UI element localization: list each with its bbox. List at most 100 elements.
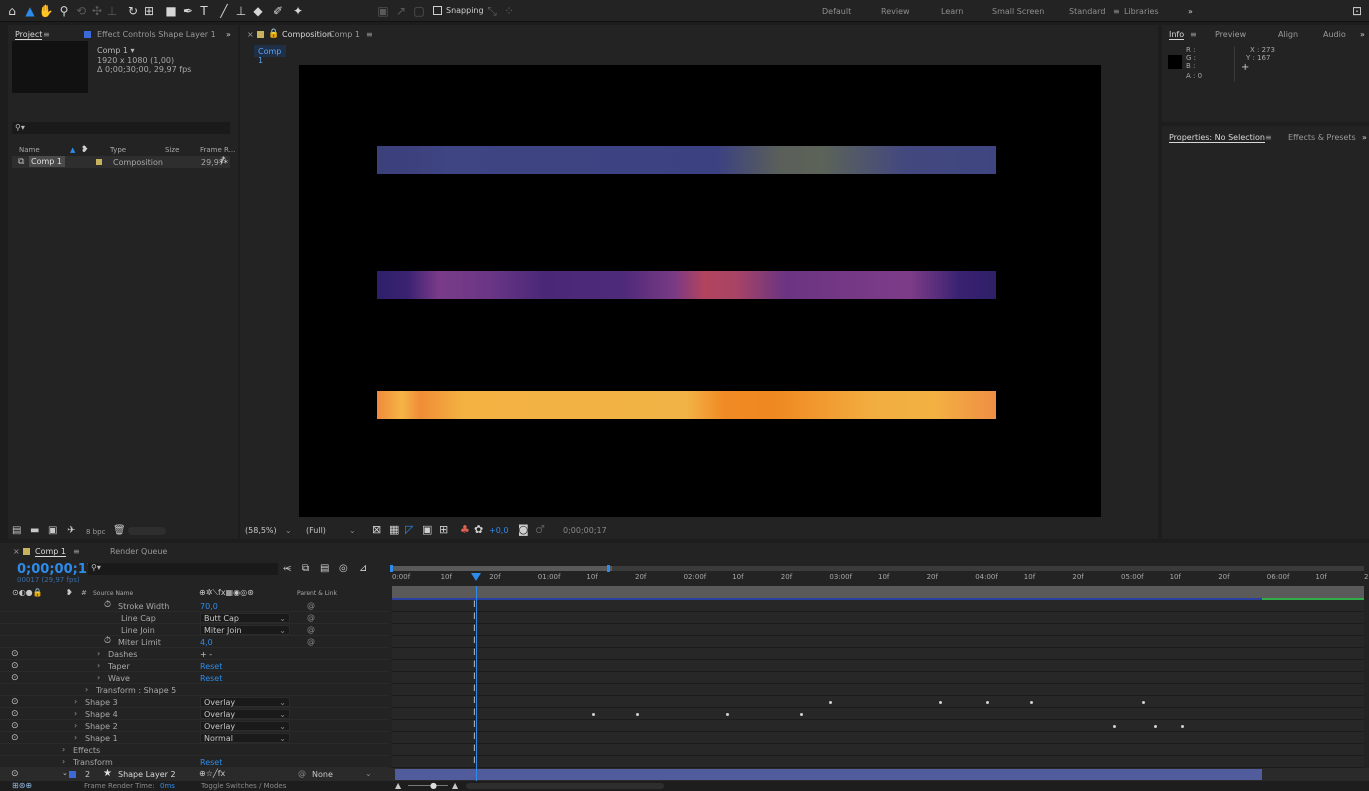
workspace-learn[interactable]: Learn bbox=[941, 7, 963, 16]
panel-more-icon[interactable]: » bbox=[226, 30, 231, 39]
keyframe-dot[interactable] bbox=[592, 713, 595, 716]
axis-local-icon[interactable]: ▣ bbox=[375, 2, 391, 20]
fast-preview-icon[interactable]: ⊠ bbox=[372, 523, 381, 536]
tab-audio[interactable]: Audio bbox=[1323, 30, 1346, 39]
timeline-track[interactable] bbox=[392, 636, 1364, 648]
dolly-camera-icon[interactable]: ⊥ bbox=[104, 2, 120, 20]
keyframe-dot[interactable] bbox=[829, 701, 832, 704]
workspace-standard[interactable]: Standard bbox=[1069, 7, 1105, 16]
keyframe-dot[interactable] bbox=[726, 713, 729, 716]
thumbnail-scale-slider[interactable] bbox=[128, 527, 166, 535]
layer-name[interactable]: Shape Layer 2 bbox=[118, 770, 176, 779]
layer-switches[interactable]: ⊕☆╱fx bbox=[199, 769, 225, 778]
lock-icon[interactable]: 🔒 bbox=[268, 29, 279, 39]
zoom-out-icon[interactable]: ▲ bbox=[395, 781, 401, 790]
stopwatch-icon[interactable]: ⏱ bbox=[104, 636, 111, 646]
property-row[interactable]: ⏱ Stroke Width 70,0 @ bbox=[0, 600, 390, 612]
layer-visibility-eye-icon[interactable]: ⊙ bbox=[11, 769, 19, 779]
keyframe-dot[interactable] bbox=[636, 713, 639, 716]
timeline-track[interactable] bbox=[392, 612, 1364, 624]
visibility-eye-icon[interactable]: ⊙ bbox=[11, 697, 19, 707]
property-row[interactable]: ⊙ › Shape 1 Normal ⌄ bbox=[0, 732, 390, 744]
rectangle-tool-icon[interactable]: ■ bbox=[163, 2, 179, 20]
time-ruler[interactable]: 0:00f 10f 20f 01:00f 10f 20f 02:00f 10f 20f 03:00… bbox=[392, 571, 1369, 585]
zoom-in-icon[interactable]: ▲ bbox=[452, 781, 458, 790]
workspace-libraries[interactable]: Libraries bbox=[1124, 7, 1159, 16]
parent-dropdown[interactable]: None bbox=[312, 770, 333, 779]
motion-blur-icon[interactable]: ◎ bbox=[339, 563, 348, 574]
project-item-row[interactable]: ⧉ Comp 1 Composition 29,97 ⁂ bbox=[12, 156, 230, 168]
region-of-interest-icon[interactable]: ▣ bbox=[422, 523, 432, 536]
viewer-timecode[interactable]: 0;00;00;17 bbox=[563, 526, 607, 535]
property-dropdown[interactable]: Miter Join ⌄ bbox=[200, 625, 290, 635]
composition-viewer[interactable] bbox=[299, 65, 1101, 517]
tab-timeline-comp[interactable]: Comp 1 bbox=[35, 547, 66, 557]
info-menu-icon[interactable]: ≡ bbox=[1190, 30, 1197, 39]
timeline-close-icon[interactable]: × bbox=[13, 547, 20, 556]
keyframe-dot[interactable] bbox=[986, 701, 989, 704]
column-size[interactable]: Size bbox=[165, 146, 179, 154]
property-value[interactable]: Reset bbox=[200, 662, 222, 671]
stopwatch-icon[interactable]: ⏱ bbox=[104, 600, 111, 610]
twirl-arrow-icon[interactable]: › bbox=[74, 709, 77, 718]
twirl-arrow-icon[interactable]: › bbox=[97, 649, 100, 658]
visibility-eye-icon[interactable]: ⊙ bbox=[11, 661, 19, 671]
timeline-track[interactable] bbox=[392, 720, 1364, 732]
workspace-small-screen[interactable]: Small Screen bbox=[992, 7, 1044, 16]
twirl-arrow-icon[interactable]: › bbox=[62, 757, 65, 766]
selection-tool-icon[interactable]: ▲ bbox=[22, 2, 38, 20]
timeline-menu-icon[interactable]: ≡ bbox=[73, 547, 80, 556]
timeline-track[interactable] bbox=[392, 756, 1364, 768]
properties-more-icon[interactable]: » bbox=[1362, 133, 1367, 142]
shape-layer-row[interactable]: ⊙ ⌄ 2 ★ Shape Layer 2 ⊕☆╱fx @ None ⌄ bbox=[0, 768, 1369, 781]
visibility-eye-icon[interactable]: ⊙ bbox=[11, 649, 19, 659]
snap-grid-icon[interactable]: ⁘ bbox=[501, 2, 517, 20]
layer-label-swatch[interactable] bbox=[69, 771, 76, 778]
interpret-footage-icon[interactable]: ▤ bbox=[12, 525, 21, 536]
timeline-track[interactable] bbox=[392, 708, 1364, 720]
keyframe-dot[interactable] bbox=[1181, 725, 1184, 728]
timeline-track[interactable] bbox=[392, 624, 1364, 636]
zoom-chevron-icon[interactable]: ⌄ bbox=[285, 526, 292, 535]
tab-properties[interactable]: Properties: No Selection bbox=[1169, 133, 1265, 143]
orbit-camera-icon[interactable]: ⟲ bbox=[73, 2, 89, 20]
roto-brush-icon[interactable]: ✐ bbox=[270, 2, 286, 20]
twirl-arrow-icon[interactable]: › bbox=[62, 745, 65, 754]
clone-stamp-icon[interactable]: ⊥ bbox=[233, 2, 249, 20]
workspace-default[interactable]: Default bbox=[822, 7, 851, 16]
timeline-track[interactable] bbox=[392, 672, 1364, 684]
current-time-indicator-head[interactable] bbox=[471, 573, 481, 581]
timeline-scrollbar[interactable] bbox=[466, 783, 664, 789]
axis-world-icon[interactable]: ↗ bbox=[393, 2, 409, 20]
visibility-eye-icon[interactable]: ⊙ bbox=[11, 733, 19, 743]
pan-camera-icon[interactable]: ✣ bbox=[89, 2, 105, 20]
property-value[interactable]: 70,0 bbox=[200, 602, 218, 611]
comp-duration-bar[interactable] bbox=[392, 586, 1364, 598]
source-name-column[interactable]: Source Name bbox=[93, 590, 133, 597]
property-row[interactable]: Line Join Miter Join ⌄ @ bbox=[0, 624, 390, 636]
search-help-icon[interactable]: ⊡ bbox=[1349, 2, 1365, 20]
keyframe-dot[interactable] bbox=[939, 701, 942, 704]
zoom-tool-icon[interactable]: ⚲ bbox=[56, 2, 72, 20]
comp-mini-flowchart-icon[interactable]: ⥷ bbox=[283, 563, 291, 574]
timeline-track[interactable] bbox=[392, 696, 1364, 708]
current-time-display[interactable]: 0;00;00;17 bbox=[17, 562, 96, 577]
project-menu-icon[interactable]: ≡ bbox=[43, 30, 50, 39]
column-frame-rate[interactable]: Frame R... bbox=[200, 146, 235, 154]
hand-tool-icon[interactable]: ✋ bbox=[38, 2, 54, 20]
property-row[interactable]: ⊙ › Taper Reset bbox=[0, 660, 390, 672]
timeline-track[interactable] bbox=[392, 732, 1364, 744]
pickwhip-icon[interactable]: @ bbox=[307, 601, 315, 610]
property-value[interactable]: Reset bbox=[200, 758, 222, 767]
twirl-arrow-icon[interactable]: › bbox=[74, 697, 77, 706]
new-composition-icon[interactable]: ▣ bbox=[48, 525, 57, 536]
visibility-eye-icon[interactable]: ⊙ bbox=[11, 709, 19, 719]
property-value[interactable]: Reset bbox=[200, 674, 222, 683]
new-folder-icon[interactable]: ▬ bbox=[30, 525, 39, 536]
tab-align[interactable]: Align bbox=[1278, 30, 1298, 39]
tab-project[interactable]: Project bbox=[15, 30, 43, 40]
timeline-zoom-slider[interactable]: ● bbox=[408, 781, 448, 790]
property-dropdown[interactable]: Butt Cap ⌄ bbox=[200, 613, 290, 623]
twirl-arrow-icon[interactable]: › bbox=[85, 685, 88, 694]
workspace-review[interactable]: Review bbox=[881, 7, 910, 16]
